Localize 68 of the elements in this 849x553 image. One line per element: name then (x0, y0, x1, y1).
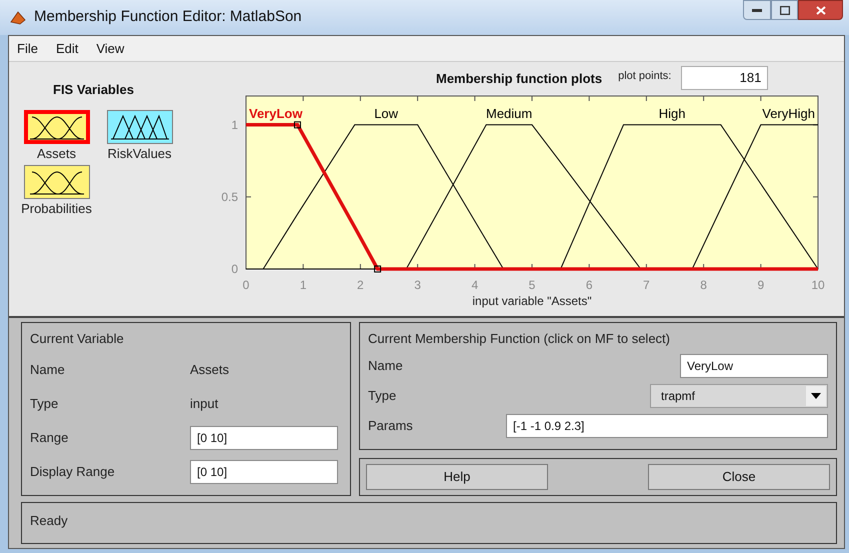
x-tick-label: 10 (811, 278, 825, 292)
type-dropdown[interactable]: trapmf (650, 384, 828, 408)
text-field[interactable]: [0 10] (190, 460, 338, 484)
menu-item[interactable]: View (96, 38, 124, 58)
variable-label: Probabilities (21, 200, 92, 218)
y-tick-label: 1 (231, 118, 238, 132)
text-field[interactable]: [-1 -1 0.9 2.3] (506, 414, 828, 438)
chart-title: Membership function plots (436, 70, 602, 88)
maximize-icon (780, 6, 790, 14)
variable-icon-button[interactable] (24, 110, 90, 144)
field-label: Type (30, 395, 60, 414)
maximize-button[interactable] (771, 0, 798, 20)
x-tick-label: 7 (643, 278, 650, 292)
x-tick-label: 3 (414, 278, 421, 292)
text-field[interactable]: VeryLow (680, 354, 828, 378)
variable-label: RiskValues (107, 144, 172, 162)
curve-label[interactable]: Low (374, 106, 398, 121)
variable-icon-button[interactable] (24, 165, 90, 199)
panel-title: Current Membership Function (click on MF to select) (368, 330, 671, 348)
vertex-marker[interactable] (374, 266, 382, 272)
caret-icon (806, 386, 826, 406)
membership-curve[interactable] (560, 124, 818, 270)
field-label: Name (368, 356, 404, 375)
minimize-button[interactable] (743, 0, 771, 20)
value-text: input (190, 395, 218, 414)
field-label: Params (368, 416, 414, 435)
membership-curve[interactable] (406, 124, 642, 270)
field-label: Type (368, 386, 398, 405)
membership-curve[interactable] (246, 123, 818, 271)
y-tick-label: 0 (231, 262, 238, 276)
text-field[interactable]: [0 10] (190, 426, 338, 450)
variable-icon-button[interactable] (106, 110, 172, 144)
variable-label: Assets (36, 144, 76, 162)
section-title: FIS Variables (53, 81, 135, 99)
value-text: Assets (190, 361, 230, 380)
membership-curve[interactable] (262, 124, 504, 270)
field-label: Display Range (30, 463, 116, 482)
dialog-button[interactable]: Help (366, 464, 548, 490)
plot-points-field[interactable]: 181 (681, 66, 768, 90)
minimize-icon (752, 8, 762, 12)
panel-title: Current Variable (30, 330, 125, 348)
menu-item[interactable]: Edit (56, 38, 78, 58)
x-tick-label: 5 (528, 278, 536, 292)
field-label: Name (30, 361, 66, 380)
close-button[interactable] (798, 0, 843, 20)
vertex-marker[interactable] (294, 121, 301, 128)
x-tick-label: 9 (757, 278, 764, 292)
menu-item[interactable]: File (17, 38, 38, 58)
plot-points-label: plot points: (618, 69, 672, 84)
x-tick-label: 4 (471, 278, 478, 292)
app-logo-icon (10, 10, 26, 26)
curve-label[interactable]: High (658, 106, 686, 121)
curve-label[interactable]: VeryLow (249, 106, 302, 121)
x-tick-label: 1 (300, 278, 307, 292)
x-tick-label: 8 (700, 278, 707, 292)
membership-curve[interactable] (692, 124, 818, 270)
dialog-button[interactable]: Close (648, 464, 830, 490)
curve-label[interactable]: VeryHigh (762, 106, 815, 121)
x-tick-label: 2 (357, 278, 364, 292)
x-tick-label: 6 (586, 278, 593, 292)
x-axis-label: input variable "Assets" (472, 294, 592, 308)
x-tick-label: 0 (242, 278, 250, 292)
window-title: Membership Function Editor: MatlabSon (34, 7, 302, 28)
curve-label[interactable]: Medium (486, 106, 532, 121)
y-tick-label: 0.5 (221, 190, 238, 204)
close-icon (816, 6, 826, 14)
status-text: Ready (30, 513, 68, 528)
field-label: Range (30, 429, 70, 448)
